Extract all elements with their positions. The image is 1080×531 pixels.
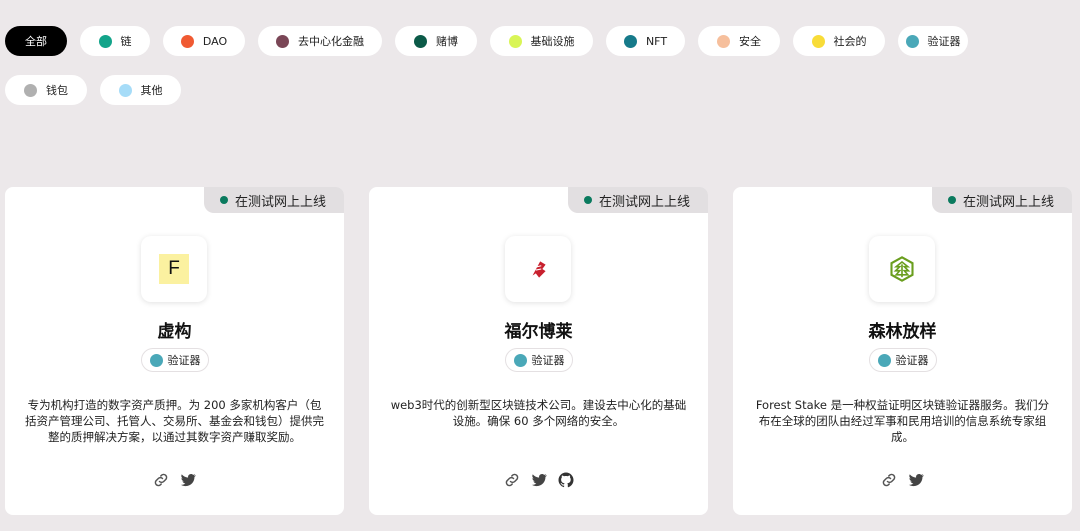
filter-other[interactable]: 其他 — [100, 75, 181, 105]
status-dot-icon — [948, 196, 956, 204]
category-dot-icon — [149, 353, 163, 367]
filter-label: NFT — [645, 34, 668, 48]
twitter-icon[interactable] — [179, 471, 197, 489]
category-tag[interactable]: 验证器 — [505, 348, 573, 372]
twitter-icon[interactable] — [907, 471, 925, 489]
category-label: 验证器 — [531, 354, 565, 367]
project-logo — [869, 236, 935, 302]
status-label: 在测试网上上线 — [599, 194, 691, 210]
category-dot-icon — [414, 34, 427, 48]
filter-label: 链 — [120, 35, 132, 48]
project-card[interactable]: 在测试网上上线 森林放样 验证器 Forest Stake 是一种权益证明区块链… — [733, 187, 1072, 515]
category-tag[interactable]: 验证器 — [141, 348, 209, 372]
status-badge: 在测试网上上线 — [204, 187, 344, 213]
filter-wallet[interactable]: 钱包 — [5, 75, 87, 105]
status-badge: 在测试网上上线 — [932, 187, 1072, 213]
category-dot-icon — [811, 34, 825, 48]
filter-gambling[interactable]: 赌博 — [395, 26, 477, 56]
fictional-f-logo-icon: F — [159, 254, 189, 284]
link-icon[interactable] — [880, 471, 898, 489]
project-card[interactable]: 在测试网上上线 福尔博莱 验证器 web3时代的创新型区块链技术公司。建设去中心… — [369, 187, 708, 515]
filter-validator[interactable]: 验证器 — [898, 26, 968, 56]
project-name: 虚构 — [157, 322, 192, 342]
filter-label: 验证器 — [927, 35, 961, 48]
green-tree-logo-icon — [890, 256, 914, 282]
filter-nft[interactable]: NFT — [606, 26, 685, 56]
filter-label: DAO — [202, 34, 228, 48]
project-links — [5, 470, 344, 490]
filter-chain[interactable]: 链 — [80, 26, 150, 56]
filter-row-1: 全部 链 DAO 去中心化金融 赌博 基础设施 NFT 安全 社会的 验证器 — [5, 26, 1075, 56]
category-dot-icon — [623, 34, 637, 48]
category-dot-icon — [513, 353, 527, 367]
project-name: 森林放样 — [868, 322, 937, 342]
category-dot-icon — [508, 34, 522, 48]
category-label: 验证器 — [895, 354, 929, 367]
twitter-icon[interactable] — [530, 471, 548, 489]
filter-infrastructure[interactable]: 基础设施 — [490, 26, 593, 56]
filter-dao[interactable]: DAO — [163, 26, 245, 56]
filter-label: 去中心化金融 — [298, 35, 364, 48]
red-bird-logo-icon — [532, 261, 546, 278]
category-filter-bar: 全部 链 DAO 去中心化金融 赌博 基础设施 NFT 安全 社会的 验证器 钱… — [5, 26, 1075, 105]
status-badge: 在测试网上上线 — [568, 187, 708, 213]
project-card[interactable]: 在测试网上上线 F 虚构 验证器 专为机构打造的数字资产质押。为 200 多家机… — [5, 187, 344, 515]
project-links — [369, 470, 708, 490]
github-icon[interactable] — [557, 471, 575, 489]
filter-label: 全部 — [25, 35, 47, 48]
category-dot-icon — [717, 34, 730, 48]
project-description: Forest Stake 是一种权益证明区块链验证器服务。我们分布在全球的团队由… — [755, 398, 1050, 444]
filter-label: 钱包 — [46, 84, 68, 97]
filter-label: 社会的 — [833, 35, 867, 48]
project-logo: F — [141, 236, 207, 302]
category-dot-icon — [877, 353, 891, 367]
status-dot-icon — [584, 196, 592, 204]
filter-social[interactable]: 社会的 — [793, 26, 885, 56]
project-name: 福尔博莱 — [504, 322, 573, 342]
filter-label: 赌博 — [436, 35, 458, 48]
logo-letter: F — [168, 258, 180, 279]
project-card-grid: 在测试网上上线 F 虚构 验证器 专为机构打造的数字资产质押。为 200 多家机… — [0, 187, 1080, 515]
status-label: 在测试网上上线 — [963, 194, 1055, 210]
category-dot-icon — [24, 83, 37, 97]
filter-label: 安全 — [739, 35, 761, 48]
filter-row-2: 钱包 其他 — [5, 75, 1075, 105]
project-links — [733, 470, 1072, 490]
filter-all[interactable]: 全部 — [5, 26, 67, 56]
link-icon[interactable] — [503, 471, 521, 489]
category-dot-icon — [180, 34, 194, 48]
category-dot-icon — [98, 34, 112, 48]
filter-defi[interactable]: 去中心化金融 — [258, 26, 382, 56]
project-description: web3时代的创新型区块链技术公司。建设去中心化的基础设施。确保 60 多个网络… — [390, 398, 687, 428]
filter-label: 其他 — [140, 84, 163, 97]
project-logo — [505, 236, 571, 302]
status-dot-icon — [220, 196, 228, 204]
category-dot-icon — [905, 34, 919, 48]
filter-security[interactable]: 安全 — [698, 26, 780, 56]
category-tag[interactable]: 验证器 — [869, 348, 937, 372]
project-description: 专为机构打造的数字资产质押。为 200 多家机构客户（包括资产管理公司、托管人、… — [25, 398, 324, 444]
status-label: 在测试网上上线 — [235, 194, 327, 210]
category-dot-icon — [276, 34, 289, 48]
filter-label: 基础设施 — [530, 35, 575, 48]
link-icon[interactable] — [152, 471, 170, 489]
category-dot-icon — [118, 83, 132, 97]
category-label: 验证器 — [167, 354, 201, 367]
